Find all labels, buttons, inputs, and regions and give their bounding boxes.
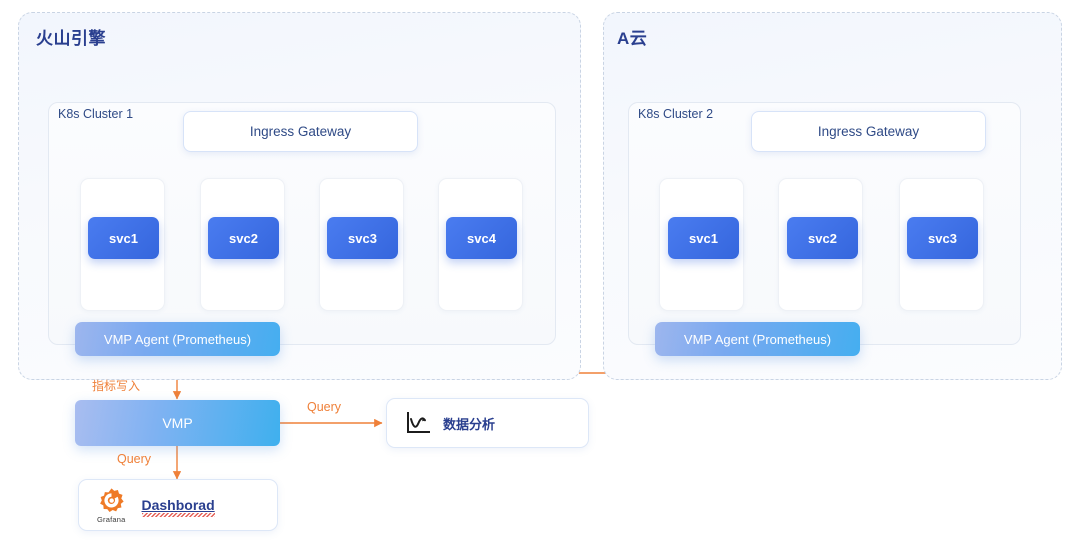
data-analysis-card[interactable]: 数据分析 (386, 398, 589, 448)
cloud-title-volcengine: 火山引擎 (36, 29, 106, 48)
grafana-dashboard-card[interactable]: Grafana Dashborad (78, 479, 278, 531)
vmp-node[interactable]: VMP (75, 400, 280, 446)
dashboard-link[interactable]: Dashborad (141, 497, 215, 517)
vmp-agent-cluster-1[interactable]: VMP Agent (Prometheus) (75, 322, 280, 356)
service-node-svc3[interactable]: svc3 (907, 217, 978, 259)
service-node-svc1[interactable]: svc1 (88, 217, 159, 259)
grafana-logo-icon: Grafana (97, 487, 126, 524)
diagram-canvas: 火山引擎 K8s Cluster 1 Ingress Gateway svc1 … (0, 0, 1080, 554)
ingress-gateway-1[interactable]: Ingress Gateway (183, 111, 418, 152)
line-chart-icon (405, 411, 431, 435)
grafana-wordmark: Grafana (97, 514, 126, 524)
edge-label-query-analysis: Query (307, 400, 342, 414)
service-node-svc2[interactable]: svc2 (208, 217, 279, 259)
ingress-gateway-2[interactable]: Ingress Gateway (751, 111, 986, 152)
edge-label-query-dashboard: Query (117, 452, 152, 466)
data-analysis-label: 数据分析 (443, 416, 496, 432)
service-node-svc4[interactable]: svc4 (446, 217, 517, 259)
service-node-svc3[interactable]: svc3 (327, 217, 398, 259)
cloud-title-cloud-a: A云 (617, 29, 648, 48)
cluster-label-2: K8s Cluster 2 (638, 107, 714, 121)
vmp-agent-cluster-2[interactable]: VMP Agent (Prometheus) (655, 322, 860, 356)
spellcheck-squiggle (141, 513, 215, 517)
service-node-svc1[interactable]: svc1 (668, 217, 739, 259)
dashboard-label: Dashborad (141, 497, 215, 513)
edge-label-metrics-write: 指标写入 (92, 379, 141, 393)
service-node-svc2[interactable]: svc2 (787, 217, 858, 259)
cluster-label-1: K8s Cluster 1 (58, 107, 134, 121)
